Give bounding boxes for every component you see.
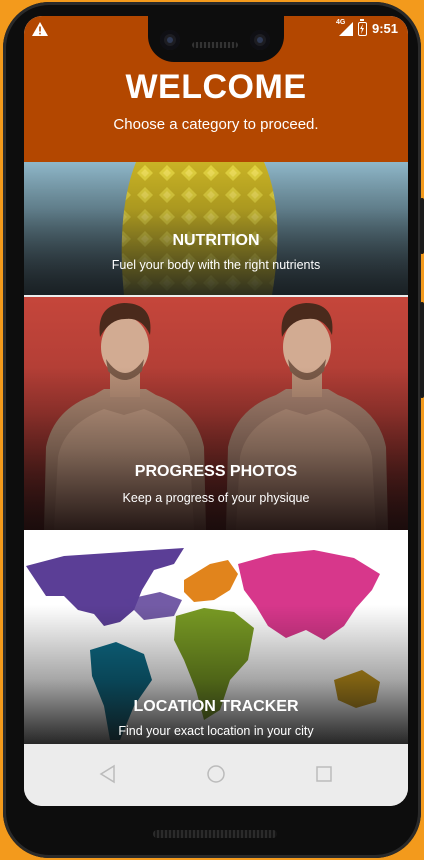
recents-icon[interactable] xyxy=(312,762,336,786)
location-tracker-title: LOCATION TRACKER xyxy=(133,698,299,715)
nutrition-description: Fuel your body with the right nutrients xyxy=(111,258,321,272)
location-tracker-card[interactable]: LOCATION TRACKER Find your exact locatio… xyxy=(24,530,408,744)
battery-icon xyxy=(357,18,367,36)
screen: WELCOME Choose a category to proceed. 4G xyxy=(24,16,408,806)
front-camera xyxy=(160,30,180,50)
navigation-bar xyxy=(24,744,408,806)
card-shade xyxy=(24,162,408,295)
volume-button xyxy=(420,302,424,398)
status-time: 9:51 xyxy=(371,21,398,36)
location-tracker-description: Find your exact location in your city xyxy=(118,724,314,738)
earpiece xyxy=(192,42,238,48)
phone-frame: WELCOME Choose a category to proceed. 4G xyxy=(3,2,424,858)
page-subtitle: Choose a category to proceed. xyxy=(113,116,319,133)
page-title: WELCOME xyxy=(125,68,307,106)
signal-icon: 4G xyxy=(336,19,353,36)
home-icon[interactable] xyxy=(204,762,228,786)
progress-photos-title: PROGRESS PHOTOS xyxy=(134,463,298,480)
status-right: 4G 9:51 xyxy=(336,18,398,36)
bottom-speaker xyxy=(153,830,277,838)
front-camera-2 xyxy=(250,30,270,50)
nutrition-card[interactable]: NUTRITION Fuel your body with the right … xyxy=(24,162,408,295)
warning-triangle-icon xyxy=(32,22,48,36)
power-button xyxy=(420,198,424,254)
notch xyxy=(148,16,284,62)
back-icon[interactable] xyxy=(96,762,120,786)
progress-photos-card[interactable]: PROGRESS PHOTOS Keep a progress of your … xyxy=(24,297,408,530)
nutrition-title: NUTRITION xyxy=(172,232,260,249)
progress-photos-description: Keep a progress of your physique xyxy=(122,491,310,505)
